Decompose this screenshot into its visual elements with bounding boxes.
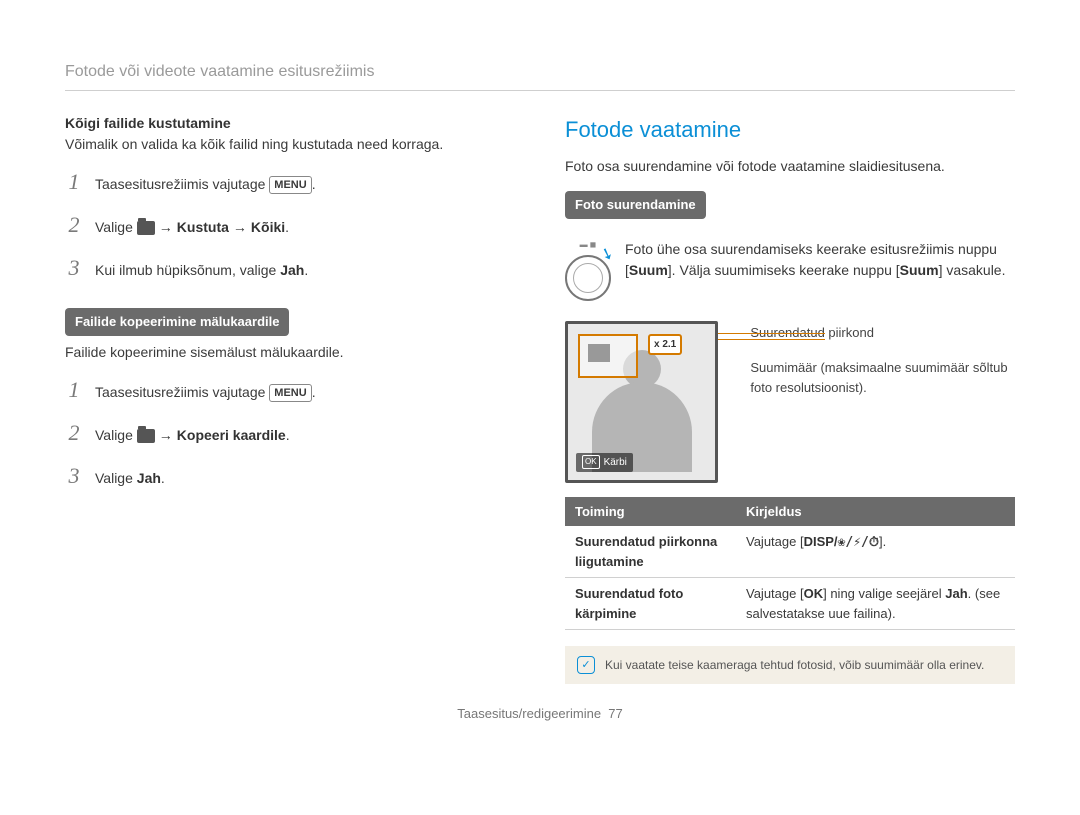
copy-pill: Failide kopeerimine mälukaardile <box>65 308 289 336</box>
step-b-1: 1 Taasesitusrežiimis vajutage MENU. <box>65 373 515 406</box>
right-column: Fotode vaatamine Foto osa suurendamine v… <box>565 113 1015 684</box>
zoom-badge: x 2.1 <box>648 334 682 355</box>
dial-arrow-icon: ➘ <box>596 241 617 268</box>
callout-zoom-ratio: Suumimäär (maksimaalne suumimäär sõltub … <box>750 358 1015 397</box>
step-number: 2 <box>65 416 83 449</box>
section-title: Fotode vaatamine <box>565 113 1015 146</box>
step-number: 1 <box>65 165 83 198</box>
delete-all-desc: Võimalik on valida ka kõik failid ning k… <box>65 134 515 155</box>
zoom-pill: Foto suurendamine <box>565 191 706 219</box>
step-a-2: 2 Valige →Kustuta→Kõiki. <box>65 208 515 241</box>
table-header-desc: Kirjeldus <box>736 497 1015 527</box>
copy-desc: Failide kopeerimine sisemälust mälukaard… <box>65 342 515 363</box>
zoom-region-inner <box>588 344 610 362</box>
section-intro: Foto osa suurendamine või fotode vaatami… <box>565 156 1015 177</box>
preview-wrap: x 2.1 OK Kärbi Suurendatud piirkond Suum… <box>565 321 1015 483</box>
zoom-instruction: ▬◼ ➘ Foto ühe osa suurendamiseks keerake… <box>565 239 1015 301</box>
left-column: Kõigi failide kustutamine Võimalik on va… <box>65 113 515 684</box>
actions-table: Toiming Kirjeldus Suurendatud piirkonna … <box>565 497 1015 631</box>
step-number: 3 <box>65 459 83 492</box>
note-text: Kui vaatate teise kaameraga tehtud fotos… <box>605 656 984 674</box>
note-box: ✓ Kui vaatate teise kaameraga tehtud fot… <box>565 646 1015 684</box>
table-header-action: Toiming <box>565 497 736 527</box>
dial-icon: ➘ <box>565 255 611 301</box>
page-header: Fotode või videote vaatamine esitusrežii… <box>65 60 1015 91</box>
nav-glyphs-icon: ❀/⚡/⏱ <box>838 535 879 550</box>
folder-icon <box>137 221 155 235</box>
table-row: Suurendatud foto kärpimine Vajutage [OK]… <box>565 578 1015 630</box>
folder-icon <box>137 429 155 443</box>
zoom-indicator-icon: ▬◼ <box>580 239 597 251</box>
crop-bar: OK Kärbi <box>576 453 633 472</box>
content-columns: Kõigi failide kustutamine Võimalik on va… <box>65 113 1015 684</box>
note-icon: ✓ <box>577 656 595 674</box>
menu-key-icon: MENU <box>269 176 311 194</box>
ok-icon: OK <box>582 455 600 469</box>
step-number: 3 <box>65 251 83 284</box>
step-b-3: 3 Valige Jah. <box>65 459 515 492</box>
photo-preview: x 2.1 OK Kärbi <box>565 321 718 483</box>
menu-key-icon: MENU <box>269 384 311 402</box>
step-number: 1 <box>65 373 83 406</box>
page-footer: Taasesitus/redigeerimine 77 <box>65 704 1015 724</box>
step-a-1: 1 Taasesitusrežiimis vajutage MENU. <box>65 165 515 198</box>
delete-all-heading: Kõigi failide kustutamine <box>65 113 515 134</box>
step-number: 2 <box>65 208 83 241</box>
step-b-2: 2 Valige →Kopeeri kaardile. <box>65 416 515 449</box>
step-a-3: 3 Kui ilmub hüpiksõnum, valige Jah. <box>65 251 515 284</box>
ok-key-icon: OK <box>804 586 824 601</box>
table-row: Suurendatud piirkonna liigutamine Vajuta… <box>565 526 1015 578</box>
